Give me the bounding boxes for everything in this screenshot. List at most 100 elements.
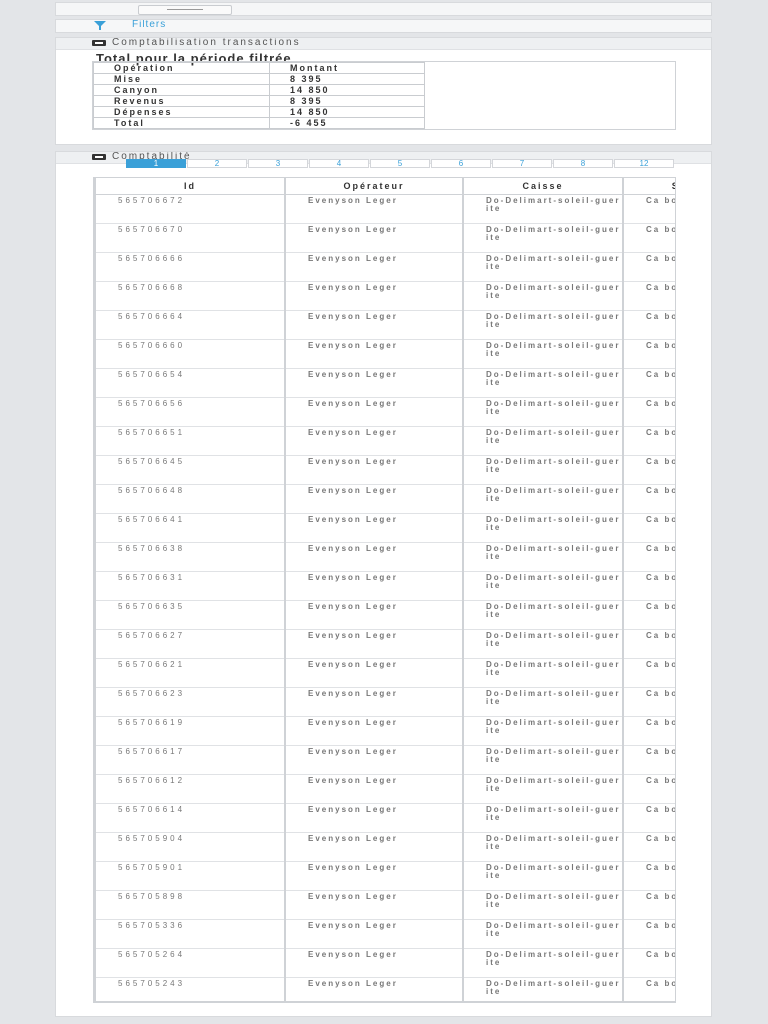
page-button-2[interactable]: 2 (187, 159, 247, 168)
table-row[interactable]: 565706627 Evenyson Leger Do-Delimart-solei… (94, 629, 675, 659)
col-header-id[interactable]: Id (94, 178, 285, 195)
cell-id: 565706617 (94, 745, 285, 775)
cell-cash-register: Do-Delimart-soleil-guerite (462, 745, 623, 775)
table-row[interactable]: 565706654 Evenyson Leger Do-Delimart-solei… (94, 368, 675, 398)
col-header-su[interactable]: Su (622, 178, 675, 195)
money-icon (92, 40, 106, 46)
table-row[interactable]: 565706670 Evenyson Leger Do-Delimart-solei… (94, 223, 675, 253)
table-row[interactable]: 565705901 Evenyson Leger Do-Delimart-solei… (94, 861, 675, 891)
cell-operator: Evenyson Leger (284, 484, 463, 514)
cell-cash-register: Do-Delimart-soleil-guerite (462, 194, 623, 224)
cell-su: Ca bo (622, 629, 675, 659)
table-row[interactable]: 565706617 Evenyson Leger Do-Delimart-solei… (94, 745, 675, 775)
page-button-12[interactable]: 12 (614, 159, 674, 168)
cell-id: 565706621 (94, 658, 285, 688)
summary-frame: Opération Montant Mise 8 395 Canyon 14 850 R… (92, 61, 676, 130)
cell-id: 565705243 (94, 977, 285, 1002)
table-row[interactable]: 565706648 Evenyson Leger Do-Delimart-solei… (94, 484, 675, 514)
cell-id: 565706660 (94, 339, 285, 369)
table-row[interactable]: 565706641 Evenyson Leger Do-Delimart-solei… (94, 513, 675, 543)
cell-su: Ca bo (622, 745, 675, 775)
table-row[interactable]: 565706651 Evenyson Leger Do-Delimart-solei… (94, 426, 675, 456)
page-button-4[interactable]: 4 (309, 159, 369, 168)
filter-icon (94, 21, 106, 30)
filters-panel[interactable]: Filters (55, 19, 712, 33)
table-row[interactable]: 565706666 Evenyson Leger Do-Delimart-solei… (94, 252, 675, 282)
cell-cash-register: Do-Delimart-soleil-guerite (462, 252, 623, 282)
table-row[interactable]: 565705264 Evenyson Leger Do-Delimart-solei… (94, 948, 675, 978)
table-row[interactable]: 565706614 Evenyson Leger Do-Delimart-solei… (94, 803, 675, 833)
table-row[interactable]: 565705898 Evenyson Leger Do-Delimart-solei… (94, 890, 675, 920)
accounting-grid[interactable]: Id Opérateur Caisse Su 565706672Evenyson… (93, 177, 676, 1003)
summary-col-amount: Montant (269, 62, 425, 74)
cell-cash-register: Do-Delimart-soleil-guerite (462, 629, 623, 659)
cell-su: Ca bo (622, 426, 675, 456)
cell-operator: Evenyson Leger (284, 919, 463, 949)
table-row[interactable]: 565706668 Evenyson Leger Do-Delimart-solei… (94, 281, 675, 311)
table-row[interactable]: 565706623 Evenyson Leger Do-Delimart-solei… (94, 687, 675, 717)
cell-operator: Evenyson Leger (284, 368, 463, 398)
table-row[interactable]: 565706621 Evenyson Leger Do-Delimart-solei… (94, 658, 675, 688)
table-row[interactable]: 565705904 Evenyson Leger Do-Delimart-solei… (94, 832, 675, 862)
summary-row: Revenus 8 395 (93, 95, 425, 107)
cell-cash-register: Do-Delimart-soleil-guerite (462, 339, 623, 369)
cell-id: 565706668 (94, 281, 285, 311)
cell-su: Ca bo (622, 571, 675, 601)
table-row[interactable]: 565706656 Evenyson Leger Do-Delimart-solei… (94, 397, 675, 427)
table-row[interactable]: 565705243 Evenyson Leger Do-Delimart-solei… (94, 977, 675, 1002)
cell-operator: Evenyson Leger (284, 571, 463, 601)
cell-cash-register: Do-Delimart-soleil-guerite (462, 658, 623, 688)
cell-su: Ca bo (622, 281, 675, 311)
page-button-1[interactable]: 1 (126, 159, 186, 168)
cell-operator: Evenyson Leger (284, 252, 463, 282)
cell-id: 565706672 (94, 194, 285, 224)
cell-id: 565706623 (94, 687, 285, 717)
summary-amount: 8 395 (269, 73, 425, 85)
cell-su: Ca bo (622, 542, 675, 572)
drag-handle[interactable] (138, 5, 232, 15)
filters-header[interactable]: Filters (56, 20, 711, 32)
col-header-operator[interactable]: Opérateur (284, 178, 463, 195)
cell-operator: Evenyson Leger (284, 310, 463, 340)
cell-operator: Evenyson Leger (284, 281, 463, 311)
cell-su: Ca bo (622, 803, 675, 833)
cell-operator: Evenyson Leger (284, 629, 463, 659)
cell-su: Ca bo (622, 832, 675, 862)
page-button-3[interactable]: 3 (248, 159, 308, 168)
cell-id: 565706656 (94, 397, 285, 427)
summary-row: Dépenses 14 850 (93, 106, 425, 118)
cell-operator: Evenyson Leger (284, 513, 463, 543)
summary-operation: Revenus (93, 95, 270, 107)
table-row[interactable]: 565705336 Evenyson Leger Do-Delimart-solei… (94, 919, 675, 949)
cell-cash-register: Do-Delimart-soleil-guerite (462, 861, 623, 891)
table-row[interactable]: 565706672 Evenyson Leger Do-Delimart-solei… (94, 194, 675, 224)
cell-id: 565706638 (94, 542, 285, 572)
cell-operator: Evenyson Leger (284, 600, 463, 630)
page-button-6[interactable]: 6 (431, 159, 491, 168)
page-button-7[interactable]: 7 (492, 159, 552, 168)
cell-id: 565706670 (94, 223, 285, 253)
table-row[interactable]: 565706635 Evenyson Leger Do-Delimart-solei… (94, 600, 675, 630)
table-row[interactable]: 565706638 Evenyson Leger Do-Delimart-solei… (94, 542, 675, 572)
cell-su: Ca bo (622, 774, 675, 804)
cell-cash-register: Do-Delimart-soleil-guerite (462, 484, 623, 514)
cell-su: Ca bo (622, 716, 675, 746)
cell-operator: Evenyson Leger (284, 223, 463, 253)
col-header-cash-register[interactable]: Caisse (462, 178, 623, 195)
table-row[interactable]: 565706664 Evenyson Leger Do-Delimart-solei… (94, 310, 675, 340)
table-row[interactable]: 565706631 Evenyson Leger Do-Delimart-solei… (94, 571, 675, 601)
cell-su: Ca bo (622, 861, 675, 891)
summary-operation: Total (93, 117, 270, 129)
page-button-8[interactable]: 8 (553, 159, 613, 168)
cell-cash-register: Do-Delimart-soleil-guerite (462, 890, 623, 920)
cell-operator: Evenyson Leger (284, 803, 463, 833)
cell-su: Ca bo (622, 484, 675, 514)
table-row[interactable]: 565706660 Evenyson Leger Do-Delimart-solei… (94, 339, 675, 369)
table-row[interactable]: 565706645 Evenyson Leger Do-Delimart-solei… (94, 455, 675, 485)
page-button-5[interactable]: 5 (370, 159, 430, 168)
table-row[interactable]: 565706619 Evenyson Leger Do-Delimart-solei… (94, 716, 675, 746)
cell-cash-register: Do-Delimart-soleil-guerite (462, 542, 623, 572)
cell-su: Ca bo (622, 513, 675, 543)
table-row[interactable]: 565706612 Evenyson Leger Do-Delimart-solei… (94, 774, 675, 804)
cell-id: 565706645 (94, 455, 285, 485)
